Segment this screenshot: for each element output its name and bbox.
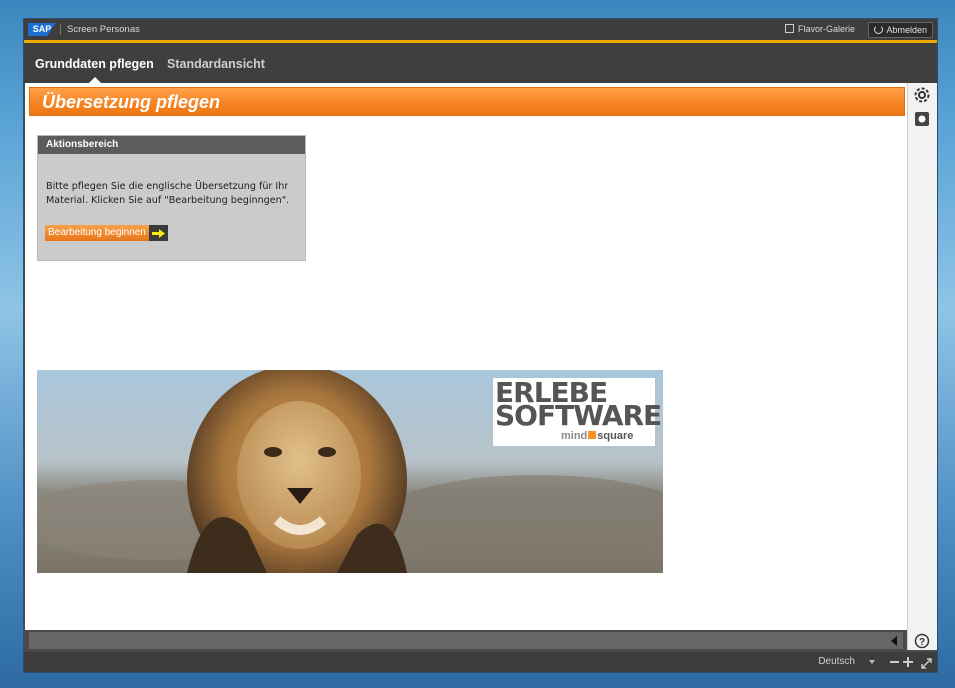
main-content: Übersetzung pflegen Aktionsbereich Bitte…: [25, 83, 907, 649]
arrow-right-icon: [148, 225, 168, 241]
help-icon[interactable]: ?: [914, 633, 930, 649]
brand-mind: mind: [561, 430, 588, 442]
action-panel-header: Aktionsbereich: [38, 136, 305, 154]
start-editing-button[interactable]: Bearbeitung beginnen: [45, 225, 168, 241]
logout-label: Abmelden: [886, 25, 927, 35]
tab-standardansicht[interactable]: Standardansicht: [167, 57, 265, 71]
bottom-bar: Deutsch: [24, 652, 937, 672]
tab-grunddaten-pflegen[interactable]: Grunddaten pflegen: [35, 57, 154, 71]
logout-button[interactable]: Abmelden: [868, 22, 933, 38]
brand-square-mark: [588, 431, 597, 439]
start-editing-label: Bearbeitung beginnen: [45, 225, 149, 241]
zoom-in-icon[interactable]: [903, 657, 913, 667]
gallery-icon: [784, 24, 794, 33]
top-bar: SAP Screen Personas Flavor-Galerie Abmel…: [24, 19, 937, 43]
app-title: Screen Personas: [60, 24, 140, 35]
erlebe-software-logo: ERLEBE SOFTWARE mind square: [493, 376, 662, 446]
triangle-left-icon[interactable]: [891, 636, 897, 646]
flavor-gallery-link[interactable]: Flavor-Galerie: [784, 24, 855, 35]
action-panel: Aktionsbereich Bitte pflegen Sie die eng…: [37, 135, 306, 261]
gear-icon[interactable]: [914, 87, 930, 103]
action-panel-text: Bitte pflegen Sie die englische Übersetz…: [46, 181, 290, 206]
svg-text:?: ?: [919, 637, 925, 648]
lion-banner: ERLEBE SOFTWARE mind square: [37, 370, 663, 573]
flavor-gallery-label: Flavor-Galerie: [797, 24, 855, 34]
chevron-down-icon[interactable]: [869, 660, 875, 664]
brand-square: square: [597, 430, 634, 442]
status-bar: [29, 632, 903, 649]
zoom-out-icon[interactable]: [890, 661, 899, 663]
nav-bar: Grunddaten pflegen Standardansicht: [24, 43, 937, 83]
sap-logo: SAP: [28, 23, 56, 36]
app-window: SAP Screen Personas Flavor-Galerie Abmel…: [24, 19, 937, 672]
power-icon: [874, 25, 884, 34]
mindsquare-brand: mind square: [561, 430, 633, 442]
expand-icon[interactable]: [921, 656, 932, 669]
logo-line-2: SOFTWARE: [495, 399, 662, 432]
record-icon[interactable]: [914, 111, 930, 127]
page-title: Übersetzung pflegen: [42, 92, 221, 112]
language-select[interactable]: Deutsch: [818, 656, 855, 667]
right-rail: ?: [907, 83, 937, 650]
page-header: Übersetzung pflegen: [29, 87, 905, 116]
